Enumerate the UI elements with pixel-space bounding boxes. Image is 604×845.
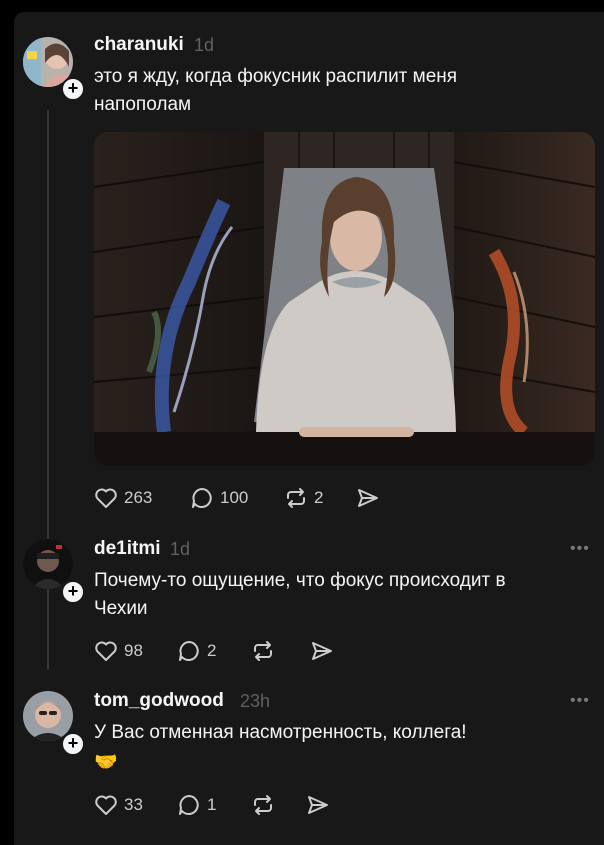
reply-count: 100: [220, 488, 249, 507]
follow-plus-icon[interactable]: +: [61, 732, 85, 756]
post-text-line: это я жду, когда фокусник распилит меня: [94, 66, 458, 87]
reply-time: 23h: [240, 691, 271, 711]
post-text-line: напополам: [94, 94, 192, 115]
thread-container: + charanuki 1d это я жду, когда фокусник…: [14, 12, 604, 845]
like-count: 33: [124, 795, 143, 814]
like-button[interactable]: 33: [94, 794, 143, 816]
heart-icon: [95, 795, 117, 815]
send-icon: [308, 796, 328, 814]
follow-plus-icon[interactable]: +: [61, 580, 85, 604]
post-image[interactable]: [94, 132, 595, 466]
send-icon: [358, 489, 378, 507]
like-count: 98: [124, 641, 143, 660]
speech-bubble-icon: [179, 795, 199, 815]
more-options-icon[interactable]: •••: [570, 540, 590, 558]
speech-bubble-icon: [179, 641, 199, 661]
reply-button[interactable]: 2: [177, 640, 216, 662]
post-username[interactable]: charanuki: [94, 34, 184, 56]
reply-time: 1d: [170, 539, 191, 559]
reply-count: 2: [207, 641, 217, 660]
reply-count: 1: [207, 795, 217, 814]
reply-button[interactable]: 100: [190, 487, 248, 509]
repost-button[interactable]: 2: [284, 487, 323, 509]
reply-text-line: Чехии: [94, 598, 148, 619]
like-button[interactable]: 263: [94, 487, 152, 509]
repost-icon: [254, 641, 272, 661]
repost-icon: [254, 795, 272, 815]
reply-text: Почему-то ощущение, что фокус происходит…: [94, 567, 506, 623]
reply-text: У Вас отменная насмотренность, коллега! …: [94, 719, 467, 777]
reply-text-line: У Вас отменная насмотренность, коллега!: [94, 722, 467, 743]
reply-button[interactable]: 1: [177, 794, 216, 816]
send-icon: [312, 642, 332, 660]
like-button[interactable]: 98: [94, 640, 143, 662]
heart-icon: [95, 641, 117, 661]
reply-username[interactable]: tom_godwood: [94, 690, 224, 712]
post-time: 1d: [194, 35, 215, 55]
post-text: это я жду, когда фокусник распилит меня …: [94, 63, 457, 119]
speech-bubble-icon: [192, 488, 212, 508]
handshake-emoji: 🤝: [94, 752, 118, 773]
reply-username[interactable]: de1itmi: [94, 538, 161, 560]
follow-plus-icon[interactable]: +: [61, 77, 85, 101]
heart-icon: [95, 488, 117, 508]
share-button[interactable]: [356, 487, 380, 509]
reply-text-line: Почему-то ощущение, что фокус происходит…: [94, 570, 506, 591]
repost-icon: [287, 488, 305, 508]
repost-button[interactable]: [251, 640, 275, 662]
repost-count: 2: [314, 488, 324, 507]
thread-line: [47, 610, 49, 670]
repost-button[interactable]: [251, 794, 275, 816]
more-options-icon[interactable]: •••: [570, 692, 590, 710]
like-count: 263: [124, 488, 153, 507]
share-button[interactable]: [310, 640, 334, 662]
share-button[interactable]: [306, 794, 330, 816]
